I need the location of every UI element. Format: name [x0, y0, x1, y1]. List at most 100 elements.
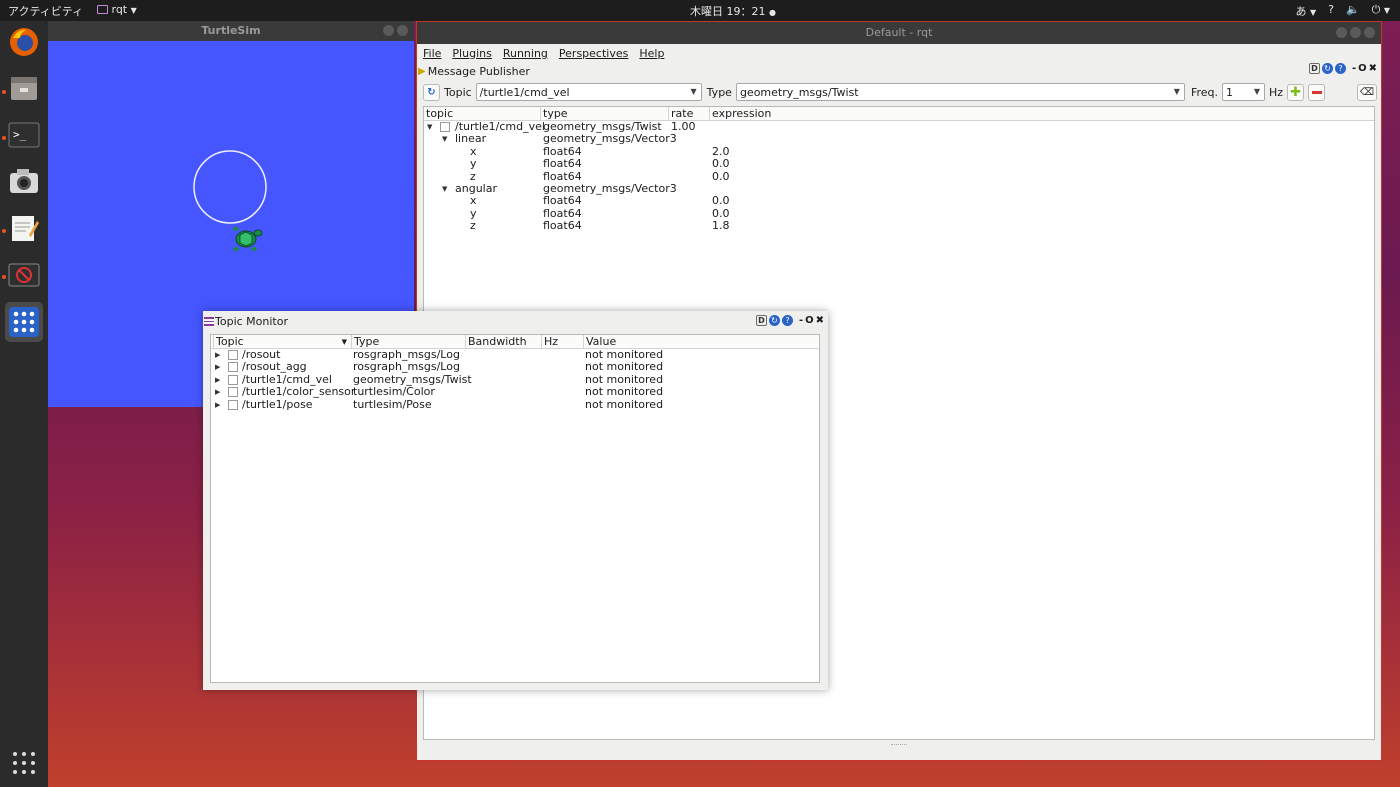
expand-down-icon[interactable]: ▼ [427, 121, 432, 133]
row-expression[interactable]: 1.8 [712, 219, 730, 232]
tree-row[interactable]: x float64 0.0 [424, 194, 1374, 208]
files-icon [11, 77, 37, 100]
row-expression[interactable]: 0.0 [712, 170, 730, 183]
app-grid-launcher[interactable] [5, 302, 43, 342]
input-method-indicator[interactable]: あ ▼ [1295, 3, 1316, 19]
expand-right-icon[interactable]: ▶ [215, 374, 220, 386]
col-rate[interactable]: rate [668, 107, 693, 121]
row-expression[interactable]: 0.0 [712, 194, 730, 207]
close-button[interactable] [1364, 27, 1375, 38]
dock-close-button[interactable]: ✖ [1369, 63, 1377, 74]
publisher-tree-header: topic type rate expression [424, 107, 1374, 121]
activities-button[interactable]: アクティビティ [8, 3, 83, 19]
remove-publisher-button[interactable] [1308, 83, 1326, 101]
app-menu-label: rqt [111, 3, 128, 16]
refresh-button[interactable]: ↻ [423, 83, 440, 101]
col-topic[interactable]: Topic ▼ [211, 335, 351, 349]
maximize-button[interactable] [1350, 27, 1361, 38]
monitor-checkbox[interactable] [228, 350, 238, 360]
col-value[interactable]: Value [583, 335, 616, 349]
volume-icon[interactable]: 🔈 [1346, 3, 1360, 19]
col-type[interactable]: type [540, 107, 568, 121]
tree-row[interactable]: ▶ /turtle1/color_sensor turtlesim/Color … [211, 385, 819, 399]
svg-text:>_: >_ [13, 128, 27, 141]
menu-help[interactable]: Help [639, 47, 664, 60]
monitor-checkbox[interactable] [228, 374, 238, 385]
add-publisher-button[interactable]: ✚ [1287, 83, 1305, 101]
chevron-down-icon: ▼ [1309, 8, 1317, 17]
dock-float-button[interactable]: O [805, 315, 814, 326]
topic-combobox[interactable]: /turtle1/cmd_vel ▼ [475, 83, 702, 101]
dock-d-button[interactable]: D [755, 315, 767, 326]
firefox-launcher[interactable] [7, 25, 41, 59]
expand-right-icon[interactable]: ▶ [215, 361, 220, 373]
minus-icon [1311, 90, 1322, 94]
rqt-icon [8, 263, 40, 287]
power-icon[interactable]: ⏻ ▼ [1372, 3, 1390, 19]
text-editor-launcher[interactable] [7, 211, 41, 245]
menu-perspectives[interactable]: Perspectives [559, 47, 628, 60]
app-menu[interactable]: rqt ▼ [97, 3, 137, 16]
chevron-down-icon: ▼ [1253, 87, 1260, 96]
dock-minimize-button[interactable]: - [1352, 63, 1356, 74]
monitor-checkbox[interactable] [228, 387, 238, 398]
dock-close-button[interactable]: ✖ [816, 315, 824, 326]
clock[interactable]: 木曜日 19：21 ● [690, 3, 776, 19]
monitor-checkbox[interactable] [228, 399, 238, 410]
topic-monitor-title: Topic Monitor [215, 314, 288, 328]
clear-button[interactable]: ⌫ [1357, 83, 1377, 101]
row-topic: x [470, 194, 477, 208]
show-applications-button[interactable] [12, 751, 36, 778]
dock-controls: D ↻ ? - O ✖ [1308, 63, 1377, 74]
reload-icon[interactable]: ↻ [1321, 63, 1333, 74]
expand-down-icon[interactable]: ▼ [442, 133, 447, 145]
reload-icon[interactable]: ↻ [768, 315, 780, 326]
col-type[interactable]: Type [351, 335, 379, 349]
dock-minimize-button[interactable]: - [799, 315, 803, 326]
terminal-launcher[interactable]: >_ [7, 118, 41, 152]
row-type: float64 [543, 194, 582, 208]
dock-float-button[interactable]: O [1358, 63, 1367, 74]
minimize-button[interactable] [1336, 27, 1347, 38]
tree-row[interactable]: ▶ /rosout_agg rosgraph_msgs/Log not moni… [211, 360, 819, 373]
monitor-checkbox[interactable] [228, 362, 238, 373]
tree-row[interactable]: ▶ /turtle1/pose turtlesim/Pose not monit… [211, 397, 819, 411]
expand-right-icon[interactable]: ▶ [215, 399, 220, 411]
tree-row[interactable]: y float64 0.0 [424, 157, 1374, 170]
col-hz[interactable]: Hz [541, 335, 558, 349]
menu-file[interactable]: File [423, 47, 441, 60]
minimize-button[interactable] [383, 25, 394, 36]
freq-combobox[interactable]: 1 ▼ [1222, 83, 1265, 101]
files-launcher[interactable] [7, 71, 41, 105]
menu-plugins[interactable]: Plugins [452, 47, 491, 60]
col-topic[interactable]: topic [424, 107, 453, 121]
notification-dot-icon: ● [769, 8, 776, 17]
publish-checkbox[interactable] [440, 122, 450, 132]
resize-grip[interactable] [891, 744, 907, 748]
row-type: turtlesim/Pose [353, 397, 432, 411]
row-topic: /turtle1/color_sensor [242, 385, 356, 399]
help-icon[interactable]: ? [781, 315, 793, 326]
menu-running[interactable]: Running [503, 47, 548, 60]
chevron-down-icon: ▼ [1173, 87, 1180, 96]
dock-d-button[interactable]: D [1308, 63, 1320, 74]
tree-row[interactable]: ▼ linear geometry_msgs/Vector3 [424, 132, 1374, 146]
row-expression[interactable]: 0.0 [712, 157, 730, 170]
sort-down-icon: ▼ [341, 338, 347, 346]
chevron-down-icon: ▼ [130, 6, 137, 15]
close-button[interactable] [397, 25, 408, 36]
tree-row[interactable]: z float64 1.8 [424, 219, 1374, 232]
row-topic: linear [455, 132, 487, 146]
topic-monitor-header: Topic Monitor D ↻ ? - O ✖ [203, 311, 828, 331]
expand-down-icon[interactable]: ▼ [442, 183, 447, 195]
col-expression[interactable]: expression [709, 107, 771, 121]
topic-value: /turtle1/cmd_vel [479, 85, 570, 99]
help-indicator[interactable]: ? [1328, 3, 1334, 19]
help-icon[interactable]: ? [1334, 63, 1346, 74]
type-combobox[interactable]: geometry_msgs/Twist ▼ [735, 83, 1185, 101]
rqt-launcher[interactable] [7, 258, 41, 292]
col-bandwidth[interactable]: Bandwidth [465, 335, 527, 349]
expand-right-icon[interactable]: ▶ [215, 349, 220, 361]
camera-launcher[interactable] [7, 164, 41, 198]
expand-right-icon[interactable]: ▶ [215, 386, 220, 398]
